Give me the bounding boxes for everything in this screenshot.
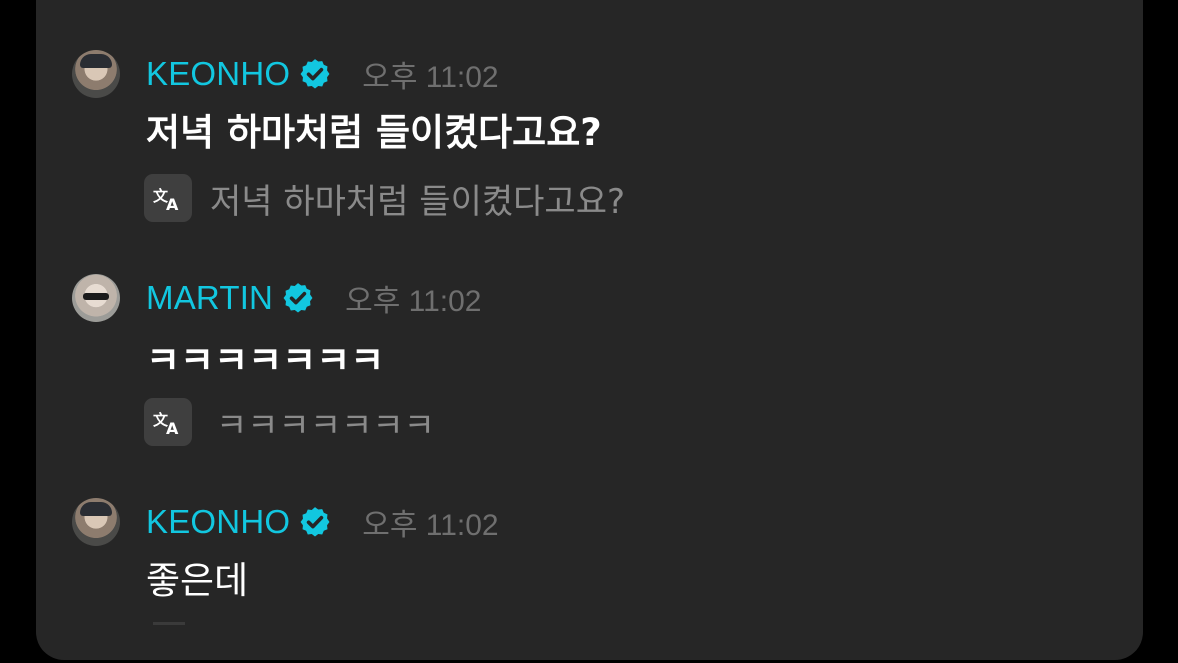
verified-badge-icon <box>300 59 330 89</box>
verified-badge-icon <box>300 507 330 537</box>
translation-row: 文 A ㅋㅋㅋㅋㅋㅋㅋ <box>144 398 435 446</box>
message-header: KEONHO 오후 11:02 <box>146 54 499 94</box>
avatar-keonho[interactable] <box>72 498 120 546</box>
message-text: 좋은데 <box>146 559 249 602</box>
chat-panel: KEONHO 오후 11:02 저녁 하마처럼 들이켰다고요? 文 A 저녁 하… <box>36 0 1143 660</box>
author-name[interactable]: MARTIN <box>146 279 273 317</box>
svg-text:A: A <box>166 419 179 438</box>
message-header: KEONHO 오후 11:02 <box>146 502 499 542</box>
message-text: ㅋㅋㅋㅋㅋㅋㅋ <box>146 339 385 382</box>
timestamp: 오후 11:02 <box>362 61 499 94</box>
translate-icon[interactable]: 文 A <box>144 174 192 222</box>
translation-text: ㅋㅋㅋㅋㅋㅋㅋ <box>216 405 435 446</box>
timestamp: 오후 11:02 <box>345 285 482 318</box>
translation-row: 文 A 저녁 하마처럼 들이켰다고요? <box>144 174 625 222</box>
timestamp: 오후 11:02 <box>362 509 499 542</box>
message-header: MARTIN 오후 11:02 <box>146 278 481 318</box>
avatar-keonho[interactable] <box>72 50 120 98</box>
translation-text: 저녁 하마처럼 들이켰다고요? <box>210 181 626 222</box>
avatar-martin[interactable] <box>72 274 120 322</box>
author-name[interactable]: KEONHO <box>146 503 290 541</box>
translate-icon[interactable]: 文 A <box>144 398 192 446</box>
message-text: 저녁 하마처럼 들이켰다고요? <box>146 111 602 154</box>
author-name[interactable]: KEONHO <box>146 55 290 93</box>
translation-placeholder <box>153 622 185 625</box>
svg-text:A: A <box>166 195 179 214</box>
verified-badge-icon <box>283 283 313 313</box>
